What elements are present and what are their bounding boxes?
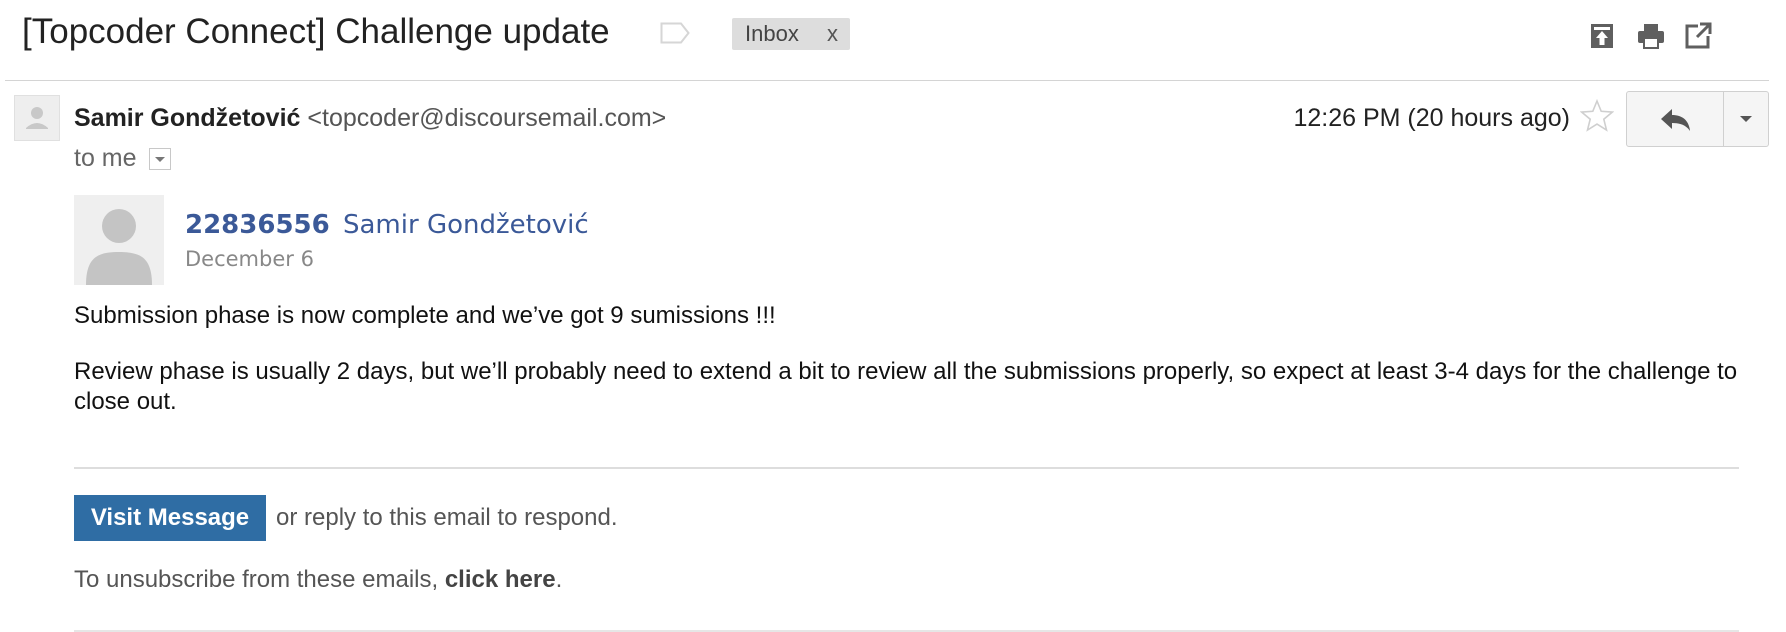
post-author-avatar[interactable] xyxy=(74,195,164,285)
header-divider xyxy=(5,80,1769,81)
sender-name[interactable]: Samir Gondžetović xyxy=(74,104,300,132)
remove-label-button[interactable]: x xyxy=(827,18,838,50)
unsubscribe-period: . xyxy=(555,566,563,593)
recipient-text: to me xyxy=(74,144,137,172)
unsubscribe-text: To unsubscribe from these emails, xyxy=(74,566,445,593)
sender-avatar xyxy=(14,95,60,141)
more-options-button[interactable] xyxy=(1723,91,1769,147)
print-icon[interactable] xyxy=(1636,22,1664,50)
reply-button[interactable] xyxy=(1626,91,1724,147)
sender-email: <topcoder@discoursemail.com> xyxy=(307,104,667,132)
reply-icon xyxy=(1661,109,1690,131)
post-paragraph: Submission phase is now complete and we’… xyxy=(74,302,776,329)
show-details-dropdown[interactable] xyxy=(149,148,171,170)
email-timestamp: 12:26 PM (20 hours ago) xyxy=(1293,104,1570,132)
new-window-icon[interactable] xyxy=(1684,22,1712,50)
unsubscribe-line: To unsubscribe from these emails, click … xyxy=(74,565,562,595)
body-divider xyxy=(74,467,1739,469)
post-date: December 6 xyxy=(185,247,314,271)
post-username-link[interactable]: 22836556 xyxy=(185,208,330,242)
label-tag-icon[interactable] xyxy=(660,22,690,44)
reply-hint-text: or reply to this email to respond. xyxy=(276,504,618,531)
collapse-icon[interactable] xyxy=(1588,22,1616,50)
post-paragraph: Review phase is usually 2 days, but we’l… xyxy=(74,358,1738,415)
visit-message-button[interactable]: Visit Message xyxy=(74,495,266,541)
star-icon[interactable] xyxy=(1579,98,1615,133)
inbox-label-text: Inbox xyxy=(745,21,799,46)
sender-line: Samir Gondžetović <topcoder@discoursemai… xyxy=(74,103,666,133)
email-subject: [Topcoder Connect] Challenge update xyxy=(22,12,610,51)
inbox-label-chip: Inbox x xyxy=(732,18,850,50)
post-author-name[interactable]: Samir Gondžetović xyxy=(343,208,589,242)
unsubscribe-link[interactable]: click here xyxy=(445,566,556,593)
